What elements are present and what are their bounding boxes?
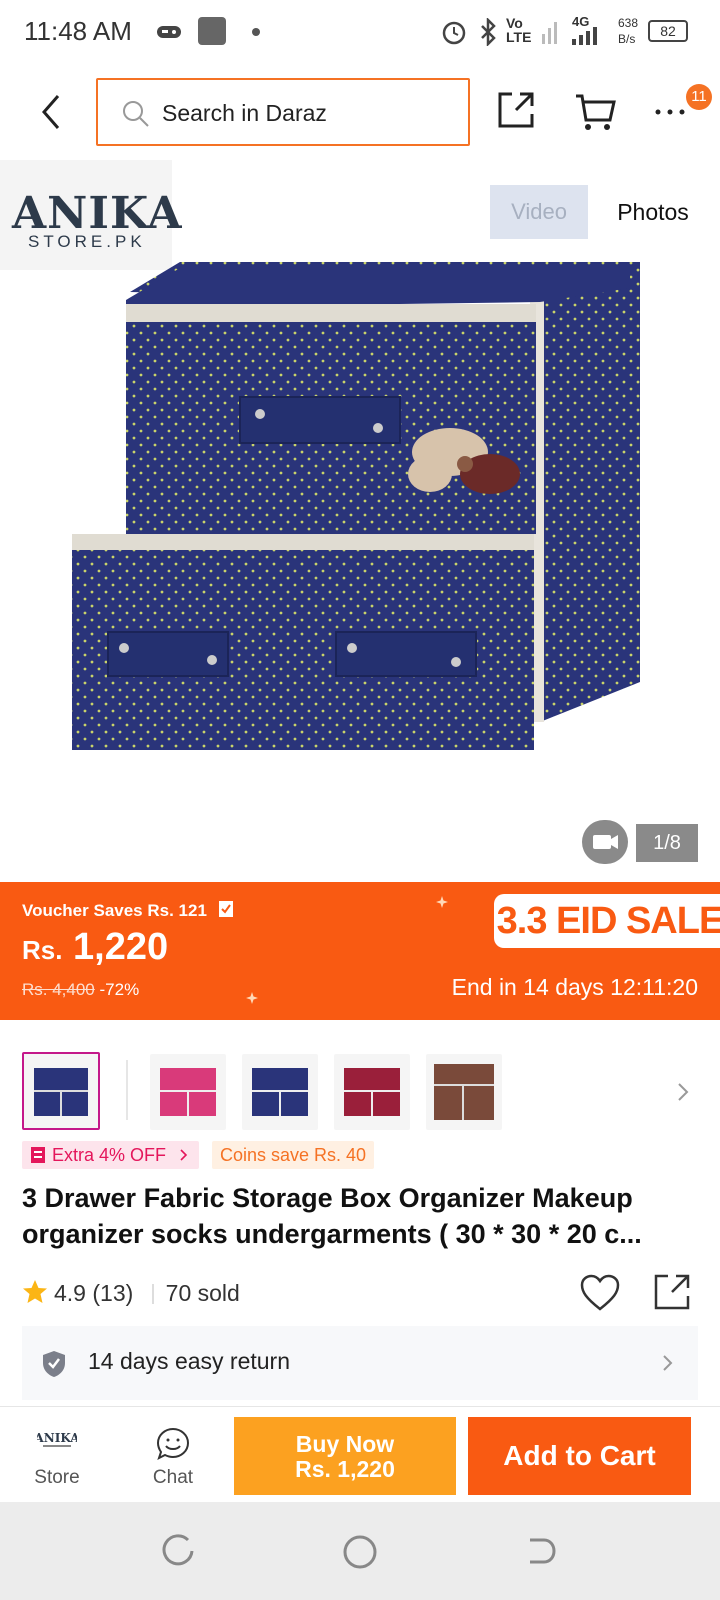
buy-now-label: Buy Now (295, 1431, 395, 1457)
chevron-right-icon (663, 1355, 673, 1371)
coupon-icon (31, 1147, 45, 1163)
price-value: 1,220 (73, 926, 169, 968)
thumbnail-navy[interactable] (242, 1054, 318, 1130)
search-input[interactable]: Search in Daraz (96, 78, 470, 146)
rating-row[interactable]: 4.9 (13) 70 sold (22, 1276, 240, 1310)
tab-photos[interactable]: Photos (598, 185, 708, 239)
star-icon (23, 1280, 47, 1303)
net-speed: 638 (618, 16, 639, 30)
store-label: Store (34, 1467, 80, 1488)
rating-divider (151, 1284, 154, 1304)
chat-label: Chat (152, 1467, 194, 1488)
signal-sim2-icon (572, 27, 597, 45)
thumbnail-pink[interactable] (150, 1054, 226, 1130)
price-currency: Rs. (22, 935, 63, 965)
search-icon (123, 101, 149, 127)
battery-level: 82 (660, 23, 676, 39)
thumbnail-maroon[interactable] (334, 1054, 410, 1130)
video-camera-icon (593, 835, 618, 849)
volte-indicator: Vo LTE (506, 15, 532, 45)
back-arrow-icon[interactable] (34, 90, 74, 134)
voucher-icon (218, 901, 233, 917)
status-time: 11:48 AM (24, 16, 132, 46)
battery-icon: 82 (648, 20, 688, 42)
review-count: (13) (92, 1280, 134, 1306)
chevron-right-icon (180, 1149, 188, 1161)
sold-count: 70 sold (165, 1280, 240, 1306)
coins-save-tag: Coins save Rs. 40 (212, 1141, 375, 1169)
status-bar: 11:48 AM Vo LTE 4G 638 B/s 82 (0, 0, 720, 66)
original-price-row: Rs. 4,400 -72% (22, 980, 139, 1000)
net-speed-unit: B/s (618, 32, 636, 46)
return-policy-text: 14 days easy return (88, 1348, 291, 1374)
rating-value: 4.9 (54, 1280, 86, 1306)
chat-button[interactable]: Chat (132, 1415, 214, 1495)
home-icon[interactable] (342, 1534, 378, 1570)
current-price: Rs. 1,220 (22, 926, 168, 969)
discount-percent: -72% (99, 980, 140, 999)
buy-now-price: Rs. 1,220 (295, 1456, 395, 1482)
search-placeholder: Search in Daraz (162, 100, 327, 126)
share-icon[interactable] (652, 1272, 692, 1312)
variant-thumbnails (0, 1020, 720, 1140)
bottom-action-bar: ANIKA Store Chat Buy Now Rs. 1,220 Add t… (0, 1406, 720, 1502)
image-counter: 1/8 (636, 824, 698, 862)
product-image[interactable] (60, 252, 660, 782)
share-icon[interactable] (496, 90, 536, 130)
system-nav-bar (0, 1502, 720, 1600)
chat-icon (156, 1427, 190, 1460)
add-to-cart-button[interactable]: Add to Cart (468, 1417, 691, 1495)
thumbnail-brown[interactable] (426, 1054, 502, 1130)
bluetooth-icon (481, 18, 496, 46)
shield-check-icon (43, 1351, 65, 1377)
extra-off-tag[interactable]: Extra 4% OFF (22, 1141, 200, 1169)
buy-now-button[interactable]: Buy Now Rs. 1,220 (234, 1417, 456, 1495)
cart-count-badge: 11 (686, 84, 712, 110)
video-play-button[interactable] (582, 820, 628, 864)
product-title: 3 Drawer Fabric Storage Box Organizer Ma… (22, 1183, 642, 1249)
thumbnail-navy-selected[interactable] (22, 1052, 100, 1130)
app-notification-icon (198, 17, 226, 45)
voucher-text: Voucher Saves Rs. 121 (22, 901, 207, 920)
alarm-icon (442, 21, 466, 45)
sale-countdown: End in 14 days 12:11:20 (451, 974, 698, 1000)
promo-banner: Voucher Saves Rs. 121 Rs. 1,220 Rs. 4,40… (0, 882, 720, 1020)
extra-off-text: Extra 4% OFF (52, 1145, 167, 1165)
store-logo-subtext: STORE.PK (28, 232, 146, 251)
svg-text:ANIKA: ANIKA (37, 1431, 77, 1445)
store-logo-icon: ANIKA (37, 1431, 77, 1447)
product-gallery[interactable]: ANIKA STORE.PK Video Photos 1/8 (0, 160, 720, 882)
cart-icon[interactable] (574, 92, 616, 132)
store-button[interactable]: ANIKA Store (16, 1415, 98, 1495)
top-header: Search in Daraz 11 (0, 66, 720, 160)
signal-sim1-icon (542, 22, 557, 44)
sparkle-icon (436, 896, 448, 908)
eid-sale-badge: 3.3 EID SALE (494, 894, 720, 948)
notification-dot-icon (252, 28, 260, 36)
wishlist-heart-icon[interactable] (580, 1274, 620, 1312)
recent-apps-icon[interactable] (162, 1534, 196, 1568)
tab-video[interactable]: Video (490, 185, 588, 239)
sparkle-icon (246, 992, 258, 1004)
chevron-right-icon[interactable] (676, 1082, 690, 1102)
original-price: Rs. 4,400 (22, 980, 95, 999)
voucher-savings[interactable]: Voucher Saves Rs. 121 (22, 900, 234, 921)
return-policy-row[interactable]: 14 days easy return (22, 1326, 698, 1400)
game-controller-icon (157, 26, 181, 38)
thumbnail-divider (126, 1060, 128, 1120)
back-icon[interactable] (522, 1534, 556, 1568)
